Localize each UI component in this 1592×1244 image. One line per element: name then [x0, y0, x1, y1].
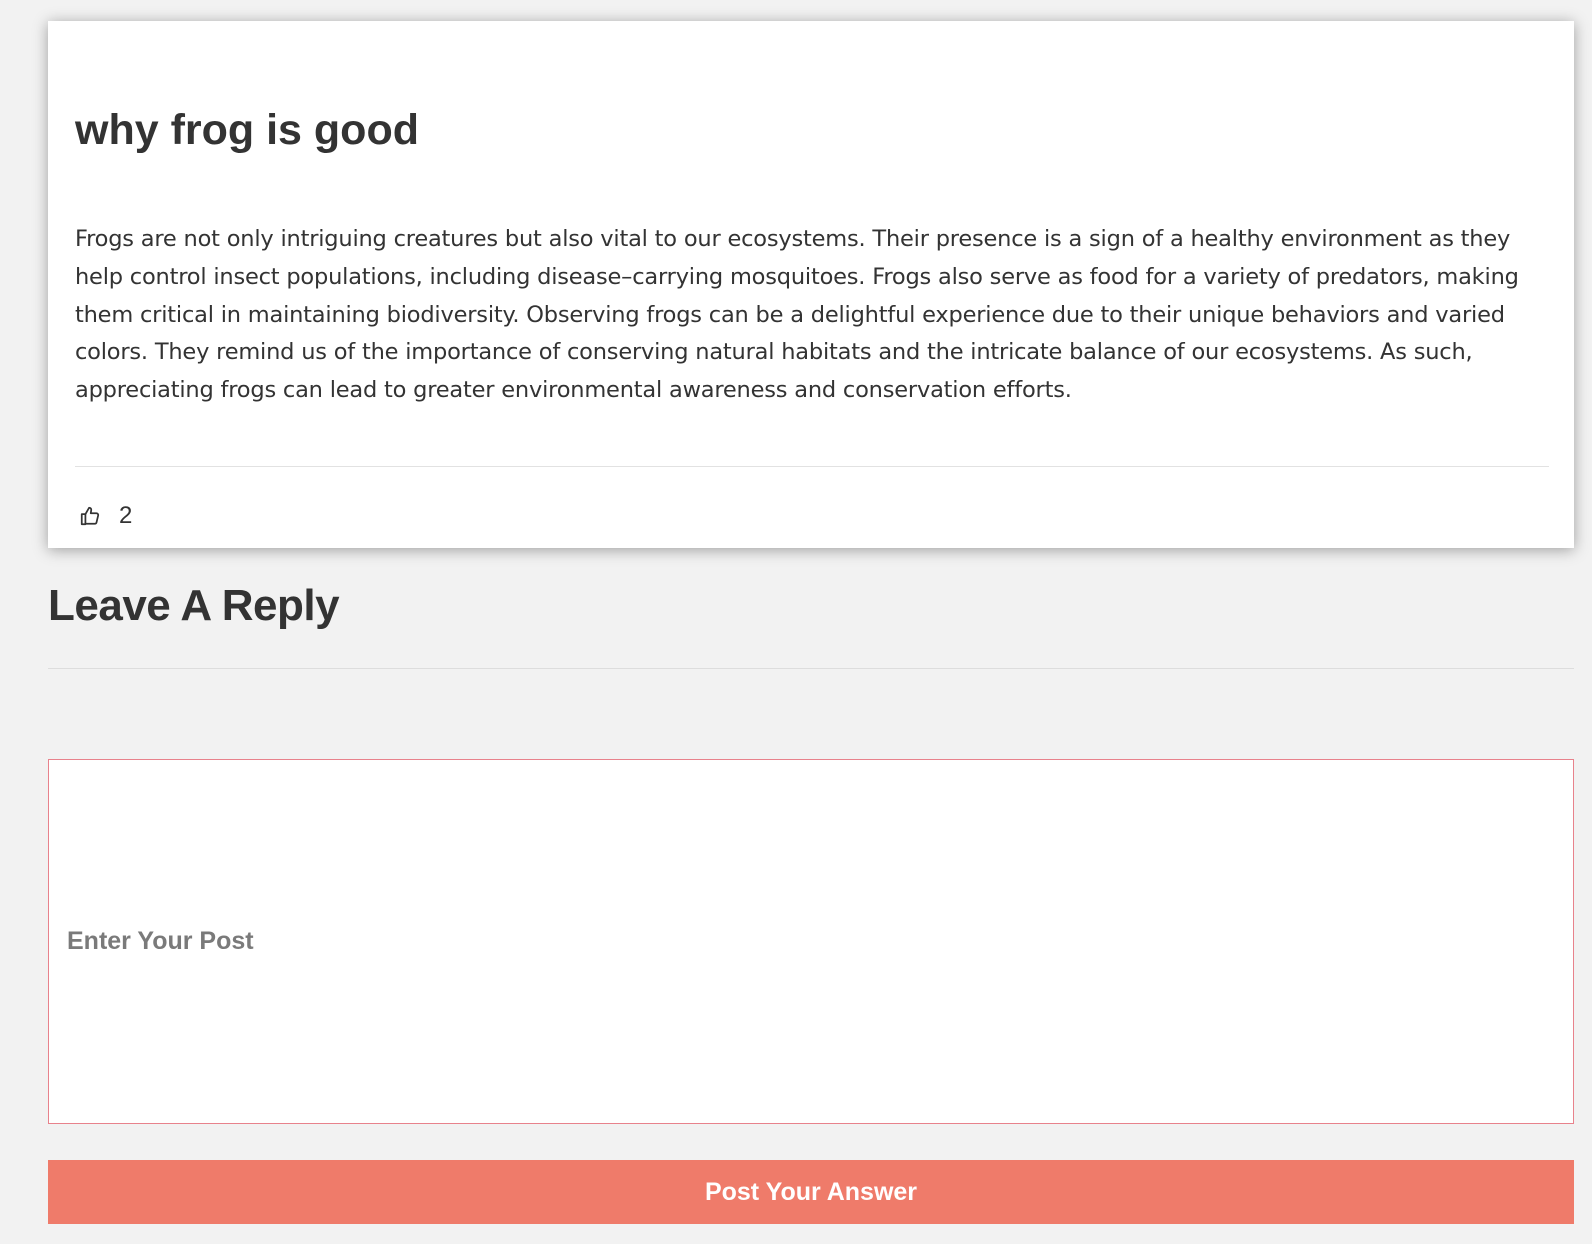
like-row: 2	[75, 501, 132, 531]
post-title: why frog is good	[75, 106, 419, 154]
post-card: why frog is good Frogs are not only intr…	[48, 21, 1574, 548]
thumbs-up-icon[interactable]	[79, 505, 101, 527]
post-answer-button[interactable]: Post Your Answer	[48, 1160, 1574, 1224]
reply-heading: Leave A Reply	[48, 581, 340, 630]
like-button[interactable]	[75, 501, 105, 531]
post-divider	[75, 466, 1549, 467]
like-count: 2	[119, 502, 133, 529]
post-input[interactable]	[48, 759, 1574, 1124]
post-body: Frogs are not only intriguing creatures …	[75, 226, 1519, 404]
reply-divider	[48, 668, 1574, 669]
